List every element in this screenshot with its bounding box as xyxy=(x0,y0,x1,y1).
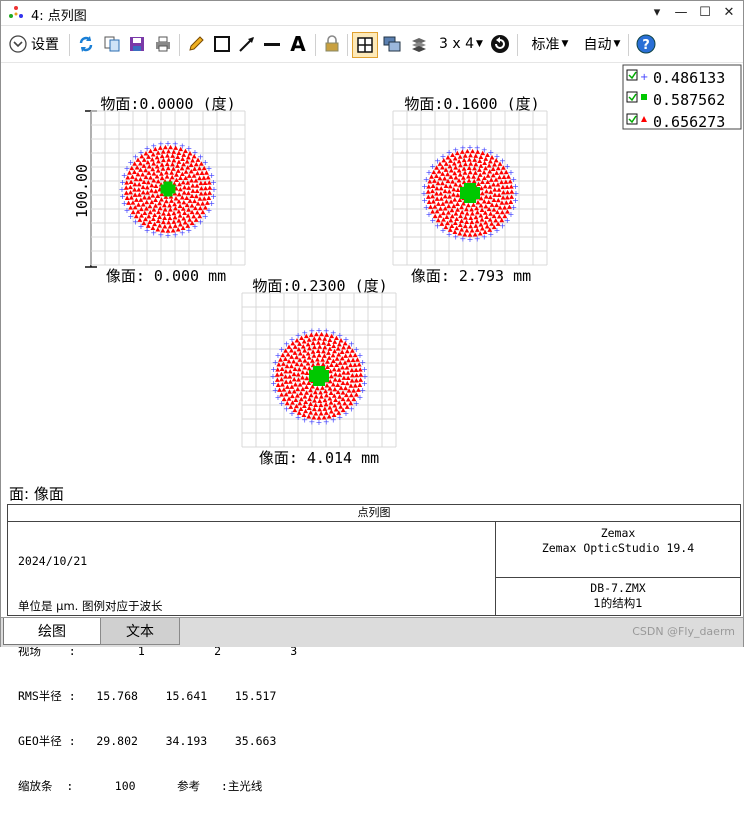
layers-button[interactable] xyxy=(408,32,430,56)
field-1-object-label: 物面:0.0000 (度) xyxy=(100,95,235,113)
tab-bar: 绘图 文本 CSDN @Fly_daerm xyxy=(1,617,743,647)
lock-button[interactable] xyxy=(321,32,343,56)
info-geo-line: GEO半径 : 29.802 34.193 35.663 xyxy=(18,734,277,748)
line-button[interactable] xyxy=(261,32,283,56)
copy-icon xyxy=(104,36,120,52)
standard-dropdown[interactable]: 标准 ▼ xyxy=(527,32,573,56)
lock-icon xyxy=(325,35,339,52)
copy-button[interactable] xyxy=(101,32,123,56)
minimize-icon[interactable]: — xyxy=(673,4,689,20)
toolbar: 设置 A 3 x 4 ▼ 标准 ▼ 自动 ▼ ? xyxy=(1,26,743,63)
svg-text:+: + xyxy=(179,229,186,238)
svg-text:+: + xyxy=(150,229,157,238)
pencil-icon xyxy=(189,36,204,51)
close-icon[interactable]: ✕ xyxy=(721,4,737,20)
field-3-image-label: 像面: 4.014 mm xyxy=(259,449,379,467)
text-annotation-icon: A xyxy=(290,32,306,56)
plot-area: + 0.486133 0.587562 0.656273 100.00 物面:0… xyxy=(1,63,743,503)
refresh-button[interactable] xyxy=(75,32,97,56)
field-2-object-label: 物面:0.1600 (度) xyxy=(404,95,539,113)
settings-label: 设置 xyxy=(31,37,59,53)
info-config: 1的结构1 xyxy=(593,596,643,610)
dropdown-arrow-icon: ▼ xyxy=(561,39,569,49)
watermark: CSDN @Fly_daerm xyxy=(632,625,735,638)
title-bar[interactable]: 4: 点列图 ▾ — ☐ ✕ xyxy=(1,1,743,26)
svg-text:+: + xyxy=(330,416,337,425)
grid-layout-icon xyxy=(357,37,373,53)
spot-diagram-app-icon xyxy=(9,6,23,18)
auto-dropdown[interactable]: 自动 ▼ xyxy=(579,32,625,56)
expand-chevron-icon xyxy=(9,35,27,53)
svg-text:+: + xyxy=(361,365,368,374)
windows-button[interactable] xyxy=(381,32,403,56)
help-button[interactable]: ? xyxy=(634,32,658,56)
tab-plot[interactable]: 绘图 xyxy=(3,618,101,645)
svg-text:+: + xyxy=(512,182,519,191)
arrow-icon xyxy=(239,37,254,52)
scale-bar-label: 100.00 xyxy=(73,164,91,218)
dropdown-arrow-icon: ▼ xyxy=(476,39,483,49)
field-1-image-label: 像面: 0.000 mm xyxy=(106,267,226,285)
spot-diagram-window: 4: 点列图 ▾ — ☐ ✕ 设置 A 3 x 4 ▼ 标准 ▼ 自动 ▼ ? … xyxy=(0,0,744,793)
info-product: Zemax OpticStudio 19.4 xyxy=(541,541,695,555)
tab-text-label: 文本 xyxy=(126,624,154,640)
info-box: 点列图 2024/10/21 单位是 µm. 图例对应于波长 视场 : 1 2 … xyxy=(7,504,741,793)
svg-text:+: + xyxy=(481,233,488,242)
rectangle-button[interactable] xyxy=(211,32,233,56)
rotate-icon xyxy=(491,35,509,53)
dropdown-arrow-icon: ▼ xyxy=(613,39,621,49)
spot-diagram-canvas: + 0.486133 0.587562 0.656273 100.00 物面:0… xyxy=(9,64,742,503)
field-3-object-label: 物面:0.2300 (度) xyxy=(252,277,387,295)
save-icon xyxy=(130,37,144,51)
refresh-icon xyxy=(79,36,93,52)
info-date: 2024/10/21 xyxy=(18,554,88,568)
layers-icon xyxy=(412,38,426,52)
legend-wavelength-2: 0.587562 xyxy=(653,91,725,109)
line-icon xyxy=(264,43,280,46)
info-header: 点列图 xyxy=(8,505,740,522)
info-units-line: 单位是 µm. 图例对应于波长 xyxy=(18,599,163,613)
auto-label: 自动 xyxy=(583,37,612,53)
svg-text:+: + xyxy=(452,233,459,242)
rotate-button[interactable] xyxy=(489,32,511,56)
legend-wavelength-1: 0.486133 xyxy=(653,69,725,87)
svg-text:+: + xyxy=(210,178,217,187)
svg-text:+: + xyxy=(640,72,648,83)
save-button[interactable] xyxy=(126,32,148,56)
window-title: 4: 点列图 xyxy=(31,9,87,24)
spot-panel-2: +++++++++++++++++++++++++++ + + + + + + + ++++++ xyxy=(392,110,548,266)
windows-icon xyxy=(383,36,401,52)
wavelength-legend: + 0.486133 0.587562 0.656273 xyxy=(622,64,742,131)
pencil-button[interactable] xyxy=(185,32,207,56)
layout-label: 3 x 4 xyxy=(439,36,475,52)
info-file: DB-7.ZMX xyxy=(590,581,646,595)
window-menu-dropdown-icon[interactable]: ▾ xyxy=(649,4,665,20)
print-button[interactable] xyxy=(152,32,174,56)
spot-panel-3: +++++++++++++++++++++++++++ + + + + + + + ++++++ xyxy=(241,292,397,448)
text-button[interactable]: A xyxy=(287,32,309,56)
svg-text:?: ? xyxy=(642,38,650,53)
layout-dropdown[interactable]: 3 x 4 ▼ xyxy=(436,32,486,56)
svg-text:+: + xyxy=(301,416,308,425)
info-scale-line: 缩放条 : 100 参考 :主光线 xyxy=(18,779,263,793)
field-2-image-label: 像面: 2.793 mm xyxy=(411,267,531,285)
tab-text[interactable]: 文本 xyxy=(100,618,180,645)
surface-label: 面: 像面 xyxy=(9,485,64,503)
tab-plot-label: 绘图 xyxy=(38,624,66,640)
settings-button[interactable]: 设置 xyxy=(9,32,59,56)
maximize-icon[interactable]: ☐ xyxy=(697,4,713,20)
scale-bar: 100.00 xyxy=(73,110,97,268)
rectangle-icon xyxy=(214,36,230,52)
legend-wavelength-3: 0.656273 xyxy=(653,113,725,131)
info-company: Zemax xyxy=(600,526,636,540)
help-icon: ? xyxy=(636,34,656,54)
arrow-button[interactable] xyxy=(236,32,258,56)
print-icon xyxy=(156,36,170,52)
info-rms-line: RMS半径 : 15.768 15.641 15.517 xyxy=(18,689,277,703)
standard-label: 标准 xyxy=(531,37,560,53)
grid-toggle-button[interactable] xyxy=(352,32,378,58)
spot-panel-1: +++++++++++++++++++++++++++ + + + + + + + ++++++ xyxy=(90,110,246,266)
